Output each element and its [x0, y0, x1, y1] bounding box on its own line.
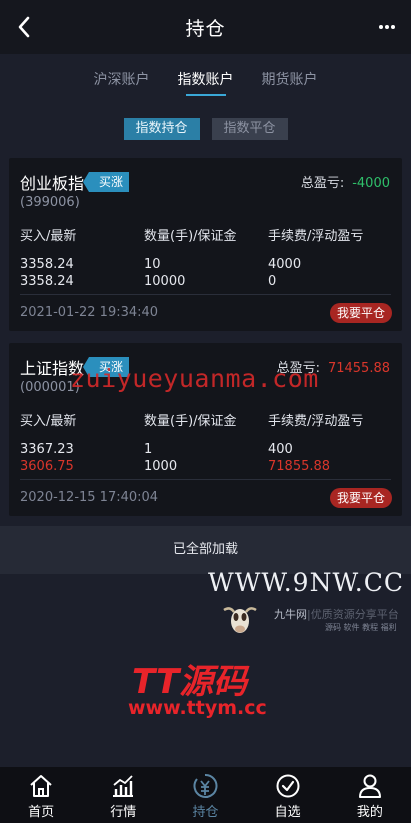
- total-pnl-value: -4000: [352, 176, 390, 191]
- nav-label: 自选: [274, 805, 301, 820]
- back-button[interactable]: [10, 13, 38, 41]
- total-pnl: 总盈亏: -4000: [301, 172, 390, 191]
- more-button[interactable]: [373, 13, 401, 41]
- table-row: 3358.24 10 4000: [20, 256, 392, 273]
- index-code: (399006): [20, 195, 80, 210]
- nav-item-mine[interactable]: 我的: [335, 767, 405, 820]
- col-fee-float: 手续费/浮动盈亏: [268, 229, 364, 244]
- watermark-jn-sub: 源码 软件 教程 福利: [325, 623, 397, 632]
- nav-item-home[interactable]: 首页: [6, 767, 76, 820]
- cow-logo-icon: [223, 607, 257, 633]
- fee: 400: [268, 442, 293, 457]
- nav-item-positions[interactable]: 持仓: [170, 767, 240, 820]
- divider: [20, 294, 391, 295]
- position-header: 创业板指 买涨: [20, 170, 130, 194]
- nav-label: 我的: [356, 805, 383, 820]
- subtab-index-holdings[interactable]: 指数持仓: [123, 118, 200, 140]
- direction-badge: 买涨: [83, 172, 130, 192]
- account-tabs: 沪深账户 指数账户 期货账户: [0, 54, 411, 100]
- open-time: 2020-12-15 17:40:04: [20, 490, 159, 505]
- nav-item-watchlist[interactable]: 自选: [253, 767, 323, 820]
- total-pnl-value: 71455.88: [327, 361, 390, 376]
- home-icon: [30, 775, 52, 797]
- user-icon: [358, 774, 381, 798]
- quantity: 1: [144, 442, 153, 457]
- watermark-tt: TT源码: [132, 662, 248, 702]
- nav-label: 行情: [110, 805, 137, 820]
- watermark-9nw: WWW.9NW.CC: [208, 568, 404, 597]
- close-position-button[interactable]: 我要平仓: [329, 303, 392, 323]
- buy-price: 3358.24: [20, 257, 74, 272]
- position-table: 买入/最新 数量(手)/保证金 手续费/浮动盈亏 3358.24 10 4000…: [20, 230, 392, 290]
- last-price: 3358.24: [20, 274, 74, 289]
- page-title: 持仓: [185, 17, 226, 40]
- col-buy-last: 买入/最新: [20, 414, 77, 429]
- float-pnl: 71855.88: [268, 459, 331, 474]
- divider: [20, 479, 391, 480]
- chart-icon: [113, 775, 134, 797]
- nav-label: 首页: [28, 805, 55, 820]
- float-pnl: 0: [268, 274, 277, 289]
- subtab-index-closed[interactable]: 指数平仓: [211, 118, 288, 140]
- col-qty-margin: 数量(手)/保证金: [144, 229, 237, 244]
- col-qty-margin: 数量(手)/保证金: [144, 414, 237, 429]
- watermark-jn: 九牛网|优质资源分享平台: [274, 606, 399, 622]
- all-loaded-notice: 已全部加载: [0, 526, 411, 574]
- table-row: 3358.24 10000 0: [20, 273, 392, 290]
- margin: 1000: [144, 459, 178, 474]
- more-dots-icon: [379, 25, 395, 29]
- fee: 4000: [268, 257, 302, 272]
- total-pnl-label: 总盈亏:: [300, 176, 345, 191]
- chevron-left-icon: [18, 16, 30, 38]
- tab-index-account[interactable]: 指数账户: [178, 54, 234, 100]
- open-time: 2021-01-22 19:34:40: [20, 305, 159, 320]
- watermark-jn-slogan: |优质资源分享平台: [307, 608, 399, 621]
- table-header: 买入/最新 数量(手)/保证金 手续费/浮动盈亏: [20, 415, 392, 441]
- tab-futures-account[interactable]: 期货账户: [262, 54, 318, 100]
- col-buy-last: 买入/最新: [20, 229, 77, 244]
- nav-item-market[interactable]: 行情: [88, 767, 158, 820]
- position-table: 买入/最新 数量(手)/保证金 手续费/浮动盈亏 3367.23 1 400 3…: [20, 415, 392, 475]
- margin: 10000: [144, 274, 186, 289]
- watermark-site: zuiyueyuanma.com: [70, 364, 319, 393]
- quantity: 10: [144, 257, 161, 272]
- table-row: 3606.75 1000 71855.88: [20, 458, 392, 475]
- app: 持仓 沪深账户 指数账户 期货账户 指数持仓 指数平仓 创业板指 买涨 (399…: [0, 0, 411, 823]
- last-price: 3606.75: [20, 459, 74, 474]
- close-position-button[interactable]: 我要平仓: [329, 488, 392, 508]
- watermark-jn-title: 九牛网: [274, 608, 307, 621]
- top-bar: 持仓: [0, 0, 411, 54]
- check-circle-icon: [276, 774, 300, 798]
- watermark-ttym: www.ttym.cc: [128, 697, 267, 719]
- tab-shsz-account[interactable]: 沪深账户: [94, 54, 150, 100]
- index-name: 创业板指: [20, 174, 85, 193]
- bottom-nav: 首页 行情 持仓 自选 我的: [0, 767, 411, 823]
- table-header: 买入/最新 数量(手)/保证金 手续费/浮动盈亏: [20, 230, 392, 256]
- col-fee-float: 手续费/浮动盈亏: [268, 414, 364, 429]
- position-card: 创业板指 买涨 (399006) 总盈亏: -4000 买入/最新 数量(手)/保…: [9, 158, 402, 331]
- yuan-icon: [193, 773, 218, 798]
- table-row: 3367.23 1 400: [20, 441, 392, 458]
- nav-label: 持仓: [192, 805, 219, 820]
- buy-price: 3367.23: [20, 442, 74, 457]
- position-subtabs: 指数持仓 指数平仓: [0, 118, 411, 142]
